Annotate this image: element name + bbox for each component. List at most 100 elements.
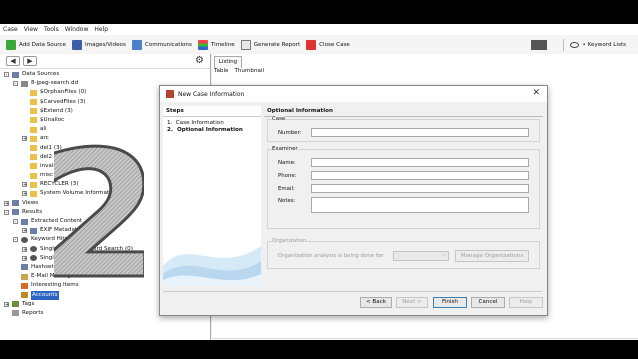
close-case-label: Close Case [319,41,350,48]
expand-icon[interactable]: + [4,200,9,206]
manage-organizations-button[interactable]: Manage Organizations [455,250,529,262]
folder-icon [30,117,37,124]
next-button[interactable]: Next > [396,297,428,308]
node-icon [12,200,19,207]
tree-node-label: ali [40,126,47,133]
back-button[interactable]: < Back [360,297,392,308]
expand-icon[interactable]: + [22,255,27,261]
tree-node-label: Data Sources [22,71,60,77]
tree-node-label: $CarvedFiles (3) [40,98,86,105]
communications-button[interactable]: Communications [131,39,192,50]
folder-icon [30,126,37,133]
tree-node-label: 8-jpeg-search.dd [31,80,79,87]
tab-listing[interactable]: Listing [214,56,242,68]
notifications-icon[interactable] [530,39,547,50]
keyword-lists-button[interactable]: • Keyword Lists [569,41,626,48]
forward-arrow-icon[interactable]: ▶ [23,56,37,66]
cancel-button[interactable]: Cancel [471,297,505,308]
keyword-icon [21,236,28,243]
add-data-source-label: Add Data Source [19,41,66,48]
node-icon [30,227,37,234]
expand-icon[interactable]: + [22,136,27,142]
screen: Case View Tools Window Help Add Data Sou… [0,0,638,359]
menu-tools[interactable]: Tools [41,26,62,33]
add-data-source-button[interactable]: Add Data Source [6,39,66,50]
expand-icon[interactable]: + [4,301,9,307]
node-icon [12,71,19,78]
examiner-phone-input[interactable] [311,171,529,180]
examiner-name-input[interactable] [311,158,529,167]
accounts-icon [21,292,28,298]
menu-help[interactable]: Help [91,26,111,33]
gear-icon[interactable]: ⚙ [195,55,204,66]
menu-bar: Case View Tools Window Help [0,24,638,35]
expand-icon[interactable]: + [22,191,27,197]
new-case-dialog: New Case Information ✕ Steps 1. Case Inf… [159,85,548,316]
step-label: Optional Information [176,127,243,133]
interesting-icon [21,282,28,289]
tab-table[interactable]: Table [214,68,228,78]
folder-icon [30,145,37,151]
menu-window[interactable]: Window [62,26,92,33]
tree-node[interactable]: - Data Sources [0,70,210,79]
divider [212,338,638,339]
overlay-digit: 2 [54,144,144,294]
examiner-group-label: Examiner [272,146,298,152]
phone-label: Phone: [278,173,297,179]
tab-thumbnail[interactable]: Thumbnail [234,68,264,78]
node-icon [21,218,28,225]
generate-report-button[interactable]: Generate Report [240,39,300,50]
case-group-label: Case [272,116,286,122]
menu-case[interactable]: Case [0,26,21,33]
dialog-titlebar: New Case Information ✕ [160,86,547,102]
folder-icon [30,181,37,188]
expand-icon[interactable]: + [22,182,27,188]
node-icon [12,209,19,216]
name-label: Name: [278,160,296,166]
email-label: Email: [278,186,295,192]
images-videos-button[interactable]: Images/Videos [71,39,126,50]
timeline-button[interactable]: Timeline [197,39,235,50]
tree-node-label: $OrphanFiles (0) [40,89,87,96]
app-icon [166,90,174,98]
organization-dropdown[interactable]: ⌵ [393,251,449,261]
tag-icon [12,301,19,308]
examiner-notes-input[interactable] [311,197,529,213]
collapse-icon[interactable]: - [13,237,18,243]
tree-node-label: Tags [22,300,35,307]
node-icon [21,264,28,271]
collapse-icon[interactable]: - [4,209,9,215]
collapse-icon[interactable]: - [13,81,18,87]
communications-icon [131,39,142,50]
expand-icon[interactable]: + [22,246,27,252]
close-case-button[interactable]: Close Case [306,39,350,50]
examiner-email-input[interactable] [311,184,529,193]
communications-label: Communications [144,41,192,48]
tree-node-label: Results [22,208,43,215]
timeline-icon [197,39,208,50]
toolbar-separator [562,38,564,51]
steps-panel: Steps 1. Case Information 2. Optional In… [163,106,261,286]
collapse-icon[interactable]: - [13,219,18,225]
case-number-input[interactable] [311,128,529,137]
tree-node-label: arc [40,135,49,142]
folder-icon [30,154,37,161]
view-subtabs: Table Thumbnail [214,68,270,78]
eye-icon [569,41,579,48]
folder-icon [30,163,37,170]
organization-group-label: Organization [272,238,307,244]
step-number: 2. [167,127,174,133]
finish-button[interactable]: Finish [433,297,467,308]
toolbar-right: • Keyword Lists [530,35,638,54]
images-icon [71,39,82,50]
disk-image-icon [21,80,28,87]
close-icon[interactable]: ✕ [532,88,540,98]
overlay-digit-graphic: 2 [54,144,144,294]
menu-view[interactable]: View [21,26,41,33]
back-arrow-icon[interactable]: ◀ [6,56,20,66]
expand-icon[interactable]: + [22,228,27,234]
timeline-label: Timeline [210,41,235,48]
help-button[interactable]: Help [509,297,543,308]
collapse-icon[interactable]: - [4,72,9,78]
step-item: 1. Case Information [163,120,261,127]
